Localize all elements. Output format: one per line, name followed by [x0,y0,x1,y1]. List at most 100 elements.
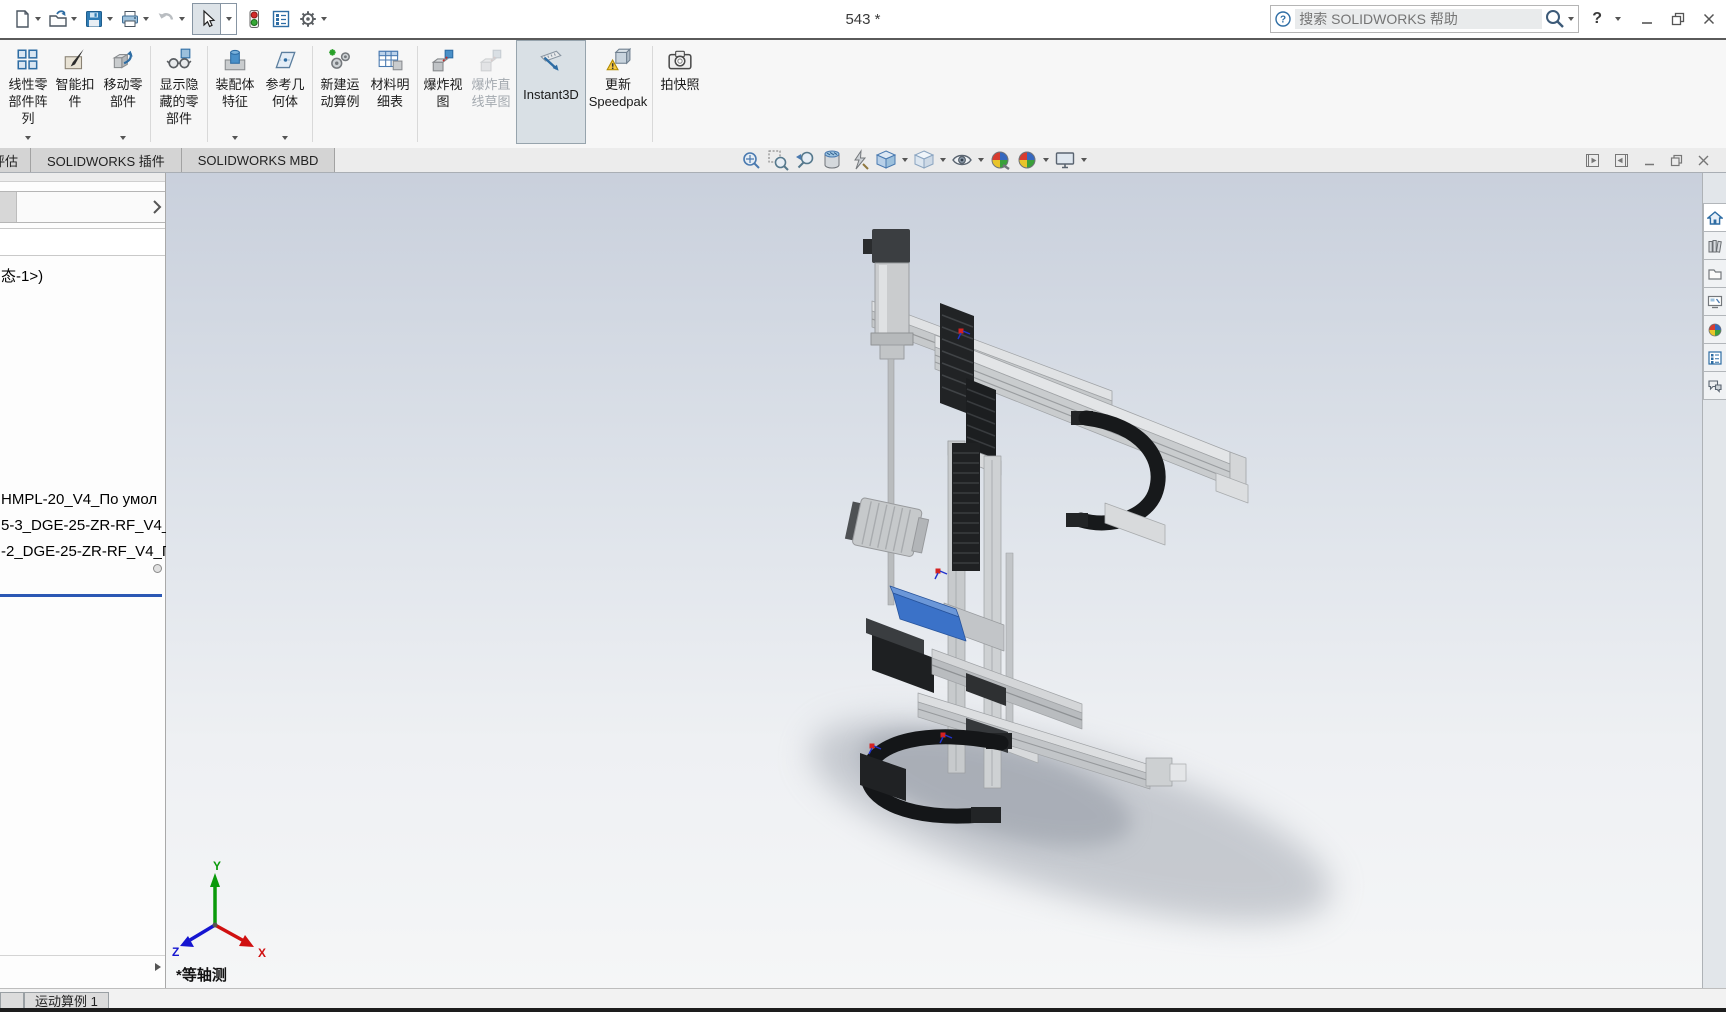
instant3d-button[interactable]: Instant3D [516,40,586,144]
section-view-icon[interactable] [821,149,843,171]
settings-gear-icon [298,9,318,29]
feature-manager-header[interactable] [0,191,165,223]
reference-triad: Y X Z [172,859,266,960]
restore-icon[interactable] [1671,12,1685,26]
undo-button[interactable] [156,9,185,29]
linear-component-pattern-button[interactable]: 线性零部件阵列 [4,40,52,144]
help-search-box[interactable]: ? [1270,5,1579,33]
print-icon [120,9,140,29]
save-button[interactable] [84,9,113,29]
display-style-caret[interactable] [940,158,946,162]
print-caret[interactable] [143,17,149,21]
assembly-features-button[interactable]: 装配体特征 [210,40,260,144]
tab-solidworks-mbd[interactable]: SOLIDWORKS MBD [182,148,336,172]
apply-scene-caret[interactable] [1043,158,1049,162]
panel-splitter-handle[interactable] [153,564,162,573]
view-settings-icon[interactable] [1054,149,1076,171]
doc-restore-icon[interactable] [1670,154,1683,167]
print-button[interactable] [120,9,149,29]
task-pane-appearances-tab[interactable] [1703,315,1726,344]
smart-fasteners-button[interactable]: 智能扣件 [52,40,98,144]
linear-pattern-icon [15,47,41,73]
open-document-button[interactable] [48,9,77,29]
ribbon-separator [417,46,418,142]
doc-minimize-icon[interactable] [1643,154,1656,167]
search-options-caret[interactable] [1568,17,1574,21]
undo-caret[interactable] [179,17,185,21]
next-pane-icon[interactable] [1614,153,1629,168]
help-search-input[interactable] [1295,9,1542,29]
options-list-button[interactable] [271,9,291,29]
display-style-icon[interactable] [913,149,935,171]
previous-view-icon[interactable] [794,149,816,171]
scroll-right-icon[interactable] [154,962,162,972]
settings-button[interactable] [298,9,327,29]
new-document-button[interactable] [12,9,41,29]
assembly-root-node[interactable]: 态-1>) [1,265,43,286]
explode-line-sketch-button: 爆炸直线草图 [466,40,516,144]
tree-node[interactable]: HMPL-20_V4_По умол [1,487,166,513]
ribbon-separator [150,46,151,142]
task-pane-design-library-tab[interactable] [1703,231,1726,260]
solidworks-window: 543 * ? ? 线性零部件阵列 智能扣件 [0,0,1726,1012]
move-component-button[interactable]: 移动零部件 [98,40,148,144]
settings-caret[interactable] [321,17,327,21]
bill-of-materials-button[interactable]: 材料明细表 [365,40,415,144]
save-icon [84,9,104,29]
rollback-bar[interactable] [0,594,162,597]
annotation-view-icon[interactable] [848,149,870,171]
tab-solidworks-addins[interactable]: SOLIDWORKS 插件 [31,148,182,172]
feature-manager-tab-strip [0,173,165,182]
update-speedpak-button[interactable]: 更新Speedpak [586,40,650,144]
help-button[interactable]: ? [1592,10,1602,28]
tree-node[interactable]: -2_DGE-25-ZR-RF_V4_Г [1,539,166,565]
exploded-view-button[interactable]: 爆炸视图 [420,40,466,144]
task-pane-view-palette-tab[interactable] [1703,287,1726,316]
panel-grip[interactable] [0,192,17,222]
take-snapshot-button[interactable]: 拍快照 [655,40,705,144]
select-tool[interactable] [192,3,237,35]
tab-evaluate[interactable]: 评估 [0,148,31,172]
save-caret[interactable] [107,17,113,21]
task-pane-custom-properties-tab[interactable] [1703,343,1726,372]
apply-scene-icon[interactable] [1016,149,1038,171]
search-icon[interactable] [1544,8,1566,30]
zoom-to-fit-icon[interactable] [740,149,762,171]
appearances-sphere-icon [1707,322,1723,338]
view-settings-caret[interactable] [1081,158,1087,162]
hide-show-items-caret[interactable] [978,158,984,162]
document-window-controls [1585,148,1710,172]
feature-manager-filter-box[interactable] [0,228,165,256]
new-document-caret[interactable] [35,17,41,21]
traffic-light-icon [244,9,264,29]
edit-appearance-icon[interactable] [989,149,1011,171]
open-document-icon [48,9,68,29]
task-pane-forum-tab[interactable] [1703,371,1726,400]
show-hidden-components-button[interactable]: 显示隐藏的零部件 [153,40,205,144]
expand-chevron-icon[interactable] [151,199,163,215]
task-pane-file-explorer-tab[interactable] [1703,259,1726,288]
tree-node[interactable]: 5-3_DGE-25-ZR-RF_V4_ [1,513,166,539]
graphics-area[interactable]: Y X Z *等轴测 [166,173,1702,988]
reference-geometry-button[interactable]: 参考几何体 [260,40,310,144]
traffic-light-button[interactable] [244,9,264,29]
home-icon [1707,210,1723,226]
minimize-icon[interactable] [1640,12,1654,26]
previous-pane-icon[interactable] [1585,153,1600,168]
help-caret[interactable] [1615,17,1621,21]
select-tool-caret[interactable] [220,4,236,34]
update-speedpak-icon [605,47,631,73]
command-manager-ribbon: 线性零部件阵列 智能扣件 移动零部件 显示隐藏的零部件 装配体特征 参考几何体 [0,40,1726,148]
smart-fasteners-icon [62,47,88,73]
view-orientation-caret[interactable] [902,158,908,162]
task-pane-home-tab[interactable] [1703,203,1726,232]
new-motion-study-button[interactable]: 新建运动算例 [315,40,365,144]
doc-close-icon[interactable] [1697,154,1710,167]
hide-show-items-icon[interactable] [951,149,973,171]
zoom-to-area-icon[interactable] [767,149,789,171]
open-document-caret[interactable] [71,17,77,21]
view-orientation-icon[interactable] [875,149,897,171]
panel-horizontal-scrollbar[interactable] [0,955,165,978]
close-icon[interactable] [1702,12,1716,26]
feature-tree: HMPL-20_V4_По умол 5-3_DGE-25-ZR-RF_V4_ … [1,487,166,565]
